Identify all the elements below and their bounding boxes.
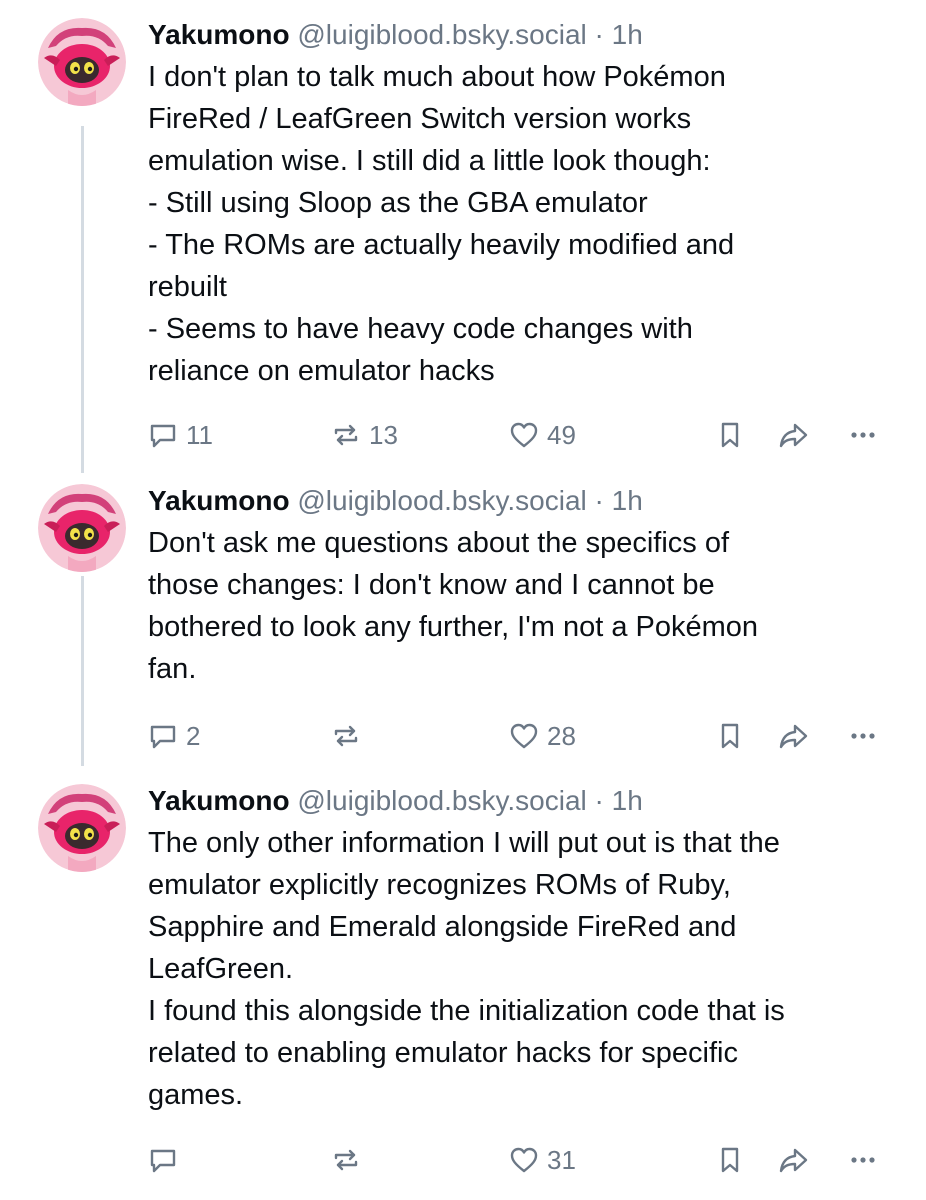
- author-name[interactable]: Yakumono: [148, 785, 290, 816]
- repost-arrows-icon: [331, 721, 361, 751]
- speech-bubble-icon: [148, 1145, 178, 1175]
- post-header: Yakumono @luigiblood.bsky.social · 1h: [148, 782, 888, 820]
- like-count: 49: [547, 419, 576, 450]
- post-text: Don't ask me questions about the specifi…: [148, 527, 759, 685]
- reply-count: 2: [186, 720, 201, 751]
- post-actions: 31: [148, 1140, 888, 1180]
- heart-icon: [509, 721, 539, 751]
- repost-arrows-icon: [331, 1145, 361, 1175]
- post-text: I don't plan to talk much about how Poké…: [148, 61, 735, 387]
- post[interactable]: Yakumono @luigiblood.bsky.social · 1h I …: [0, 0, 926, 480]
- reply-button[interactable]: 11: [148, 415, 213, 455]
- share-button[interactable]: [778, 415, 808, 455]
- more-options-button[interactable]: [848, 415, 878, 455]
- post-header: Yakumono @luigiblood.bsky.social · 1h: [148, 482, 888, 520]
- author-name[interactable]: Yakumono: [148, 485, 290, 516]
- share-arrow-icon: [778, 1145, 808, 1175]
- post-text: The only other information I will put ou…: [148, 827, 785, 1111]
- bookmark-button[interactable]: [715, 415, 745, 455]
- bookmark-icon: [715, 1145, 745, 1175]
- ellipsis-icon: [848, 1145, 878, 1175]
- post-actions: 11 13 49: [148, 415, 888, 455]
- separator-dot: ·: [594, 485, 604, 516]
- post-actions: 2 28: [148, 716, 888, 756]
- share-button[interactable]: [778, 1140, 808, 1180]
- reply-count: 11: [186, 419, 213, 450]
- ellipsis-icon: [848, 721, 878, 751]
- avatar[interactable]: [38, 484, 126, 572]
- speech-bubble-icon: [148, 420, 178, 450]
- repost-arrows-icon: [331, 420, 361, 450]
- avatar-image: [38, 18, 126, 106]
- avatar[interactable]: [38, 18, 126, 106]
- like-button[interactable]: 31: [509, 1140, 576, 1180]
- repost-button[interactable]: [331, 1140, 369, 1180]
- author-name[interactable]: Yakumono: [148, 19, 290, 50]
- avatar-image: [38, 484, 126, 572]
- more-options-button[interactable]: [848, 1140, 878, 1180]
- post[interactable]: Yakumono @luigiblood.bsky.social · 1h Do…: [0, 466, 926, 776]
- like-count: 31: [547, 1144, 576, 1175]
- post-time[interactable]: 1h: [612, 485, 643, 516]
- separator-dot: ·: [594, 19, 604, 50]
- separator-dot: ·: [594, 785, 604, 816]
- repost-count: 13: [369, 419, 398, 450]
- author-handle[interactable]: @luigiblood.bsky.social: [297, 785, 586, 816]
- reply-button[interactable]: [148, 1140, 186, 1180]
- speech-bubble-icon: [148, 721, 178, 751]
- heart-icon: [509, 1145, 539, 1175]
- avatar[interactable]: [38, 784, 126, 872]
- like-button[interactable]: 28: [509, 716, 576, 756]
- more-options-button[interactable]: [848, 716, 878, 756]
- share-arrow-icon: [778, 420, 808, 450]
- post-header: Yakumono @luigiblood.bsky.social · 1h: [148, 16, 888, 54]
- bookmark-icon: [715, 721, 745, 751]
- like-button[interactable]: 49: [509, 415, 576, 455]
- share-button[interactable]: [778, 716, 808, 756]
- reply-button[interactable]: 2: [148, 716, 200, 756]
- bookmark-button[interactable]: [715, 1140, 745, 1180]
- post-time[interactable]: 1h: [612, 19, 643, 50]
- repost-button[interactable]: [331, 716, 369, 756]
- ellipsis-icon: [848, 420, 878, 450]
- like-count: 28: [547, 720, 576, 751]
- bookmark-icon: [715, 420, 745, 450]
- bookmark-button[interactable]: [715, 716, 745, 756]
- post-time[interactable]: 1h: [612, 785, 643, 816]
- author-handle[interactable]: @luigiblood.bsky.social: [297, 19, 586, 50]
- heart-icon: [509, 420, 539, 450]
- share-arrow-icon: [778, 721, 808, 751]
- post[interactable]: Yakumono @luigiblood.bsky.social · 1h Th…: [0, 766, 926, 1200]
- author-handle[interactable]: @luigiblood.bsky.social: [297, 485, 586, 516]
- avatar-image: [38, 784, 126, 872]
- repost-button[interactable]: 13: [331, 415, 398, 455]
